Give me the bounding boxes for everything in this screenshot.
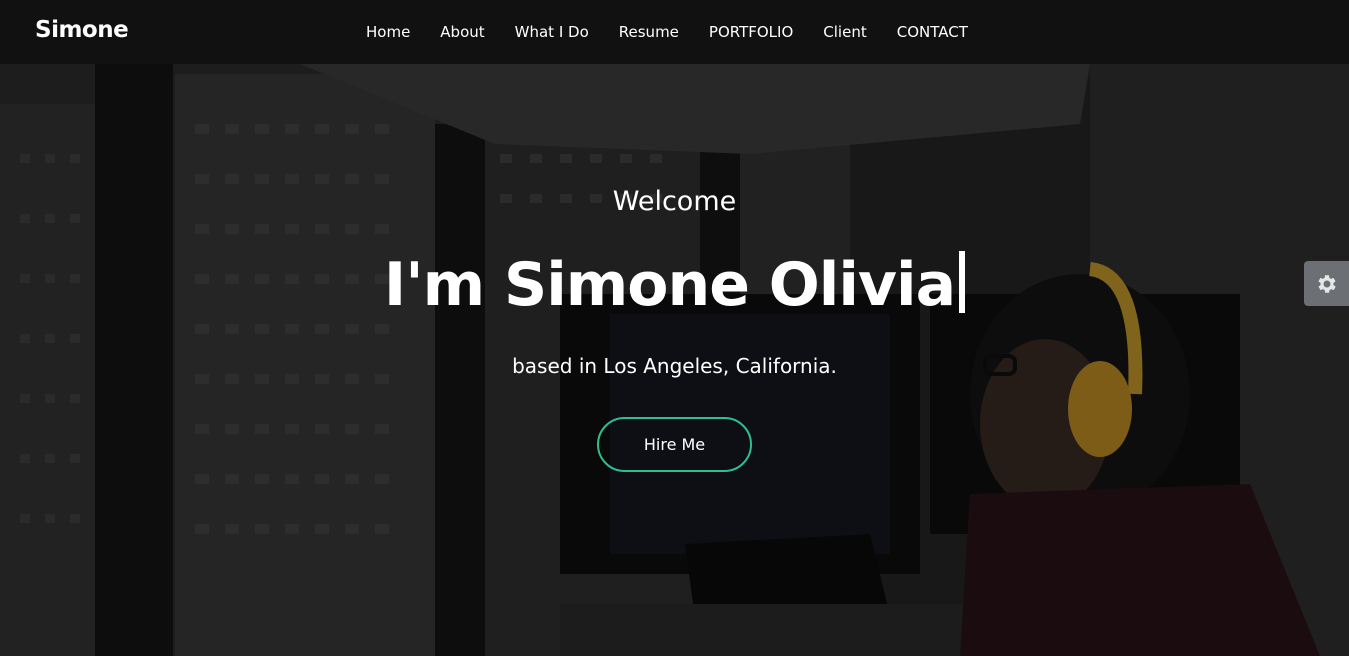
hero-headline: I'm Simone Olivia <box>0 250 1349 320</box>
nav-menu: Home About What I Do Resume PORTFOLIO Cl… <box>356 0 988 64</box>
hero-welcome-text: Welcome <box>612 186 737 217</box>
nav-link-contact[interactable]: CONTACT <box>887 23 978 41</box>
nav-link-resume[interactable]: Resume <box>609 23 689 41</box>
nav-link-home[interactable]: Home <box>356 23 420 41</box>
nav-link-portfolio[interactable]: PORTFOLIO <box>699 23 803 41</box>
nav-link-what-i-do[interactable]: What I Do <box>505 23 599 41</box>
settings-toggle-button[interactable] <box>1304 261 1349 306</box>
hero-content: Welcome I'm Simone Olivia based in Los A… <box>0 64 1349 656</box>
gear-icon <box>1317 274 1336 293</box>
top-navbar: Simone Home About What I Do Resume PORTF… <box>0 0 1349 64</box>
typing-cursor <box>959 251 966 313</box>
brand-logo[interactable]: Simone <box>35 17 129 43</box>
nav-link-client[interactable]: Client <box>813 23 876 41</box>
hire-me-button[interactable]: Hire Me <box>597 417 752 472</box>
hero-section: Welcome I'm Simone Olivia based in Los A… <box>0 64 1349 656</box>
hero-headline-text: I'm Simone Olivia <box>383 250 956 320</box>
hero-subtitle: based in Los Angeles, California. <box>512 354 837 378</box>
nav-link-about[interactable]: About <box>430 23 494 41</box>
